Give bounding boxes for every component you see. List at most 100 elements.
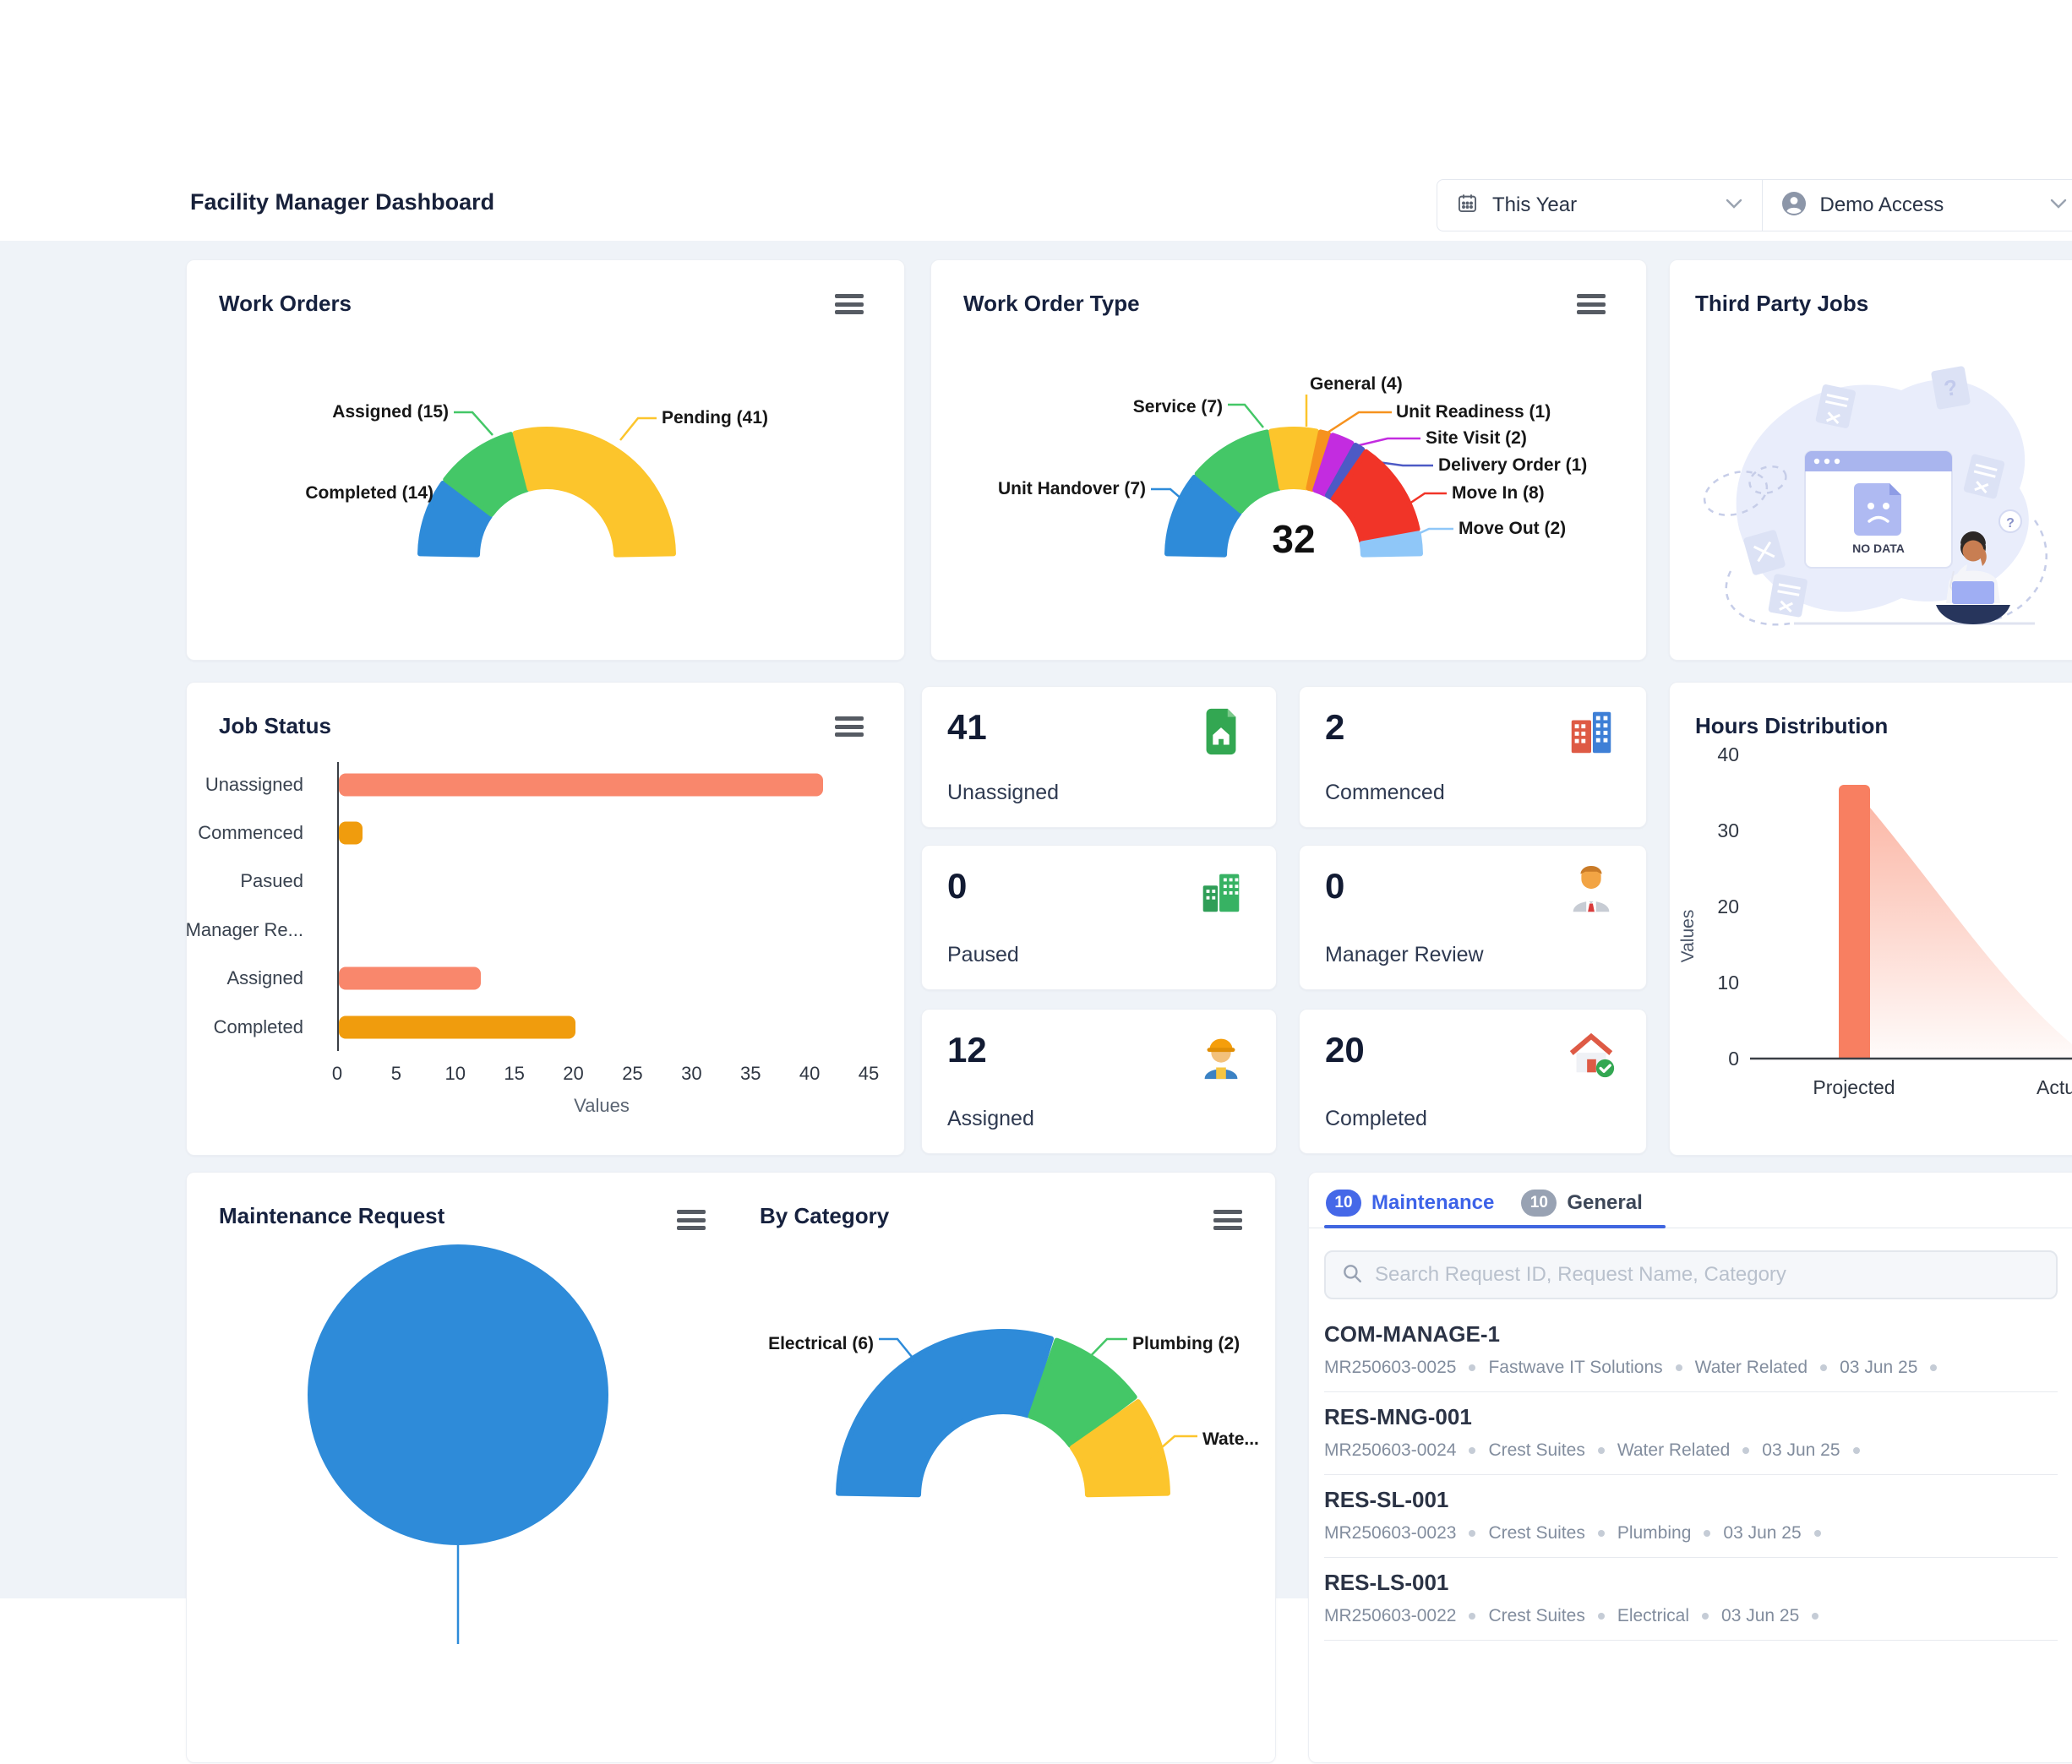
request-meta-part: Crest Suites bbox=[1488, 1523, 1584, 1544]
search-input[interactable] bbox=[1375, 1263, 2017, 1287]
worker-icon bbox=[1195, 1028, 1247, 1081]
request-title: RES-LS-001 bbox=[1324, 1570, 2058, 1596]
stat-label: Completed bbox=[1325, 1107, 1427, 1131]
stat-card-commenced: 2 Commenced bbox=[1299, 686, 1647, 828]
job-status-bar bbox=[339, 967, 481, 990]
chart-segment-label: Pending (41) bbox=[662, 408, 768, 428]
job-status-category-label: Unassigned bbox=[205, 774, 303, 796]
calendar-icon bbox=[1456, 192, 1479, 219]
request-list-item[interactable]: RES-MNG-001MR250603-0024Crest SuitesWate… bbox=[1324, 1392, 2058, 1475]
stat-label: Paused bbox=[947, 943, 1019, 967]
job-status-row: Completed bbox=[187, 1003, 880, 1051]
search-icon bbox=[1341, 1262, 1363, 1288]
x-axis-title: Values bbox=[574, 1095, 630, 1117]
request-meta-part: 03 Jun 25 bbox=[1840, 1358, 1917, 1378]
request-list-item[interactable]: COM-MANAGE-1MR250603-0025Fastwave IT Sol… bbox=[1324, 1309, 2058, 1392]
job-status-menu-icon[interactable] bbox=[835, 716, 864, 737]
request-list-item[interactable]: RES-LS-001MR250603-0022Crest SuitesElect… bbox=[1324, 1558, 2058, 1641]
request-meta-part: MR250603-0022 bbox=[1324, 1606, 1456, 1626]
account-selector-value: Demo Access bbox=[1820, 193, 2037, 217]
stat-label: Manager Review bbox=[1325, 943, 1484, 967]
request-meta-part: Crest Suites bbox=[1488, 1606, 1584, 1626]
job-status-row: Unassigned bbox=[187, 760, 880, 808]
meta-separator-dot bbox=[1930, 1364, 1937, 1371]
x-axis-tick-label: 0 bbox=[332, 1063, 342, 1085]
chart-segment-label: General (4) bbox=[1310, 374, 1403, 395]
header-selectors: This Year Demo Access bbox=[1437, 179, 2072, 231]
chart-segment-label: Delivery Order (1) bbox=[1438, 455, 1587, 476]
y-axis-tick-label: 10 bbox=[1717, 972, 1739, 994]
label-leader-line bbox=[1228, 405, 1263, 427]
job-status-row: Pasued bbox=[187, 858, 880, 906]
y-axis-tick-label: 20 bbox=[1717, 896, 1739, 917]
request-meta-part: Plumbing bbox=[1617, 1523, 1692, 1544]
request-list-item[interactable]: RES-SL-001MR250603-0023Crest SuitesPlumb… bbox=[1324, 1475, 2058, 1558]
meta-separator-dot bbox=[1598, 1447, 1605, 1454]
active-tab-underline bbox=[1324, 1225, 1666, 1228]
meta-separator-dot bbox=[1598, 1613, 1605, 1620]
meta-separator-dot bbox=[1598, 1530, 1605, 1537]
work-orders-card: Work Orders Completed (14)Assigned (15)P… bbox=[186, 259, 905, 661]
stat-value: 20 bbox=[1325, 1030, 1365, 1070]
request-meta-part: MR250603-0024 bbox=[1324, 1440, 1456, 1461]
work-order-type-total: 32 bbox=[1272, 516, 1315, 562]
tab-maintenance-label: Maintenance bbox=[1371, 1191, 1494, 1215]
chart-segment bbox=[838, 1331, 1051, 1494]
period-selector[interactable]: This Year bbox=[1437, 180, 1762, 231]
request-list: COM-MANAGE-1MR250603-0025Fastwave IT Sol… bbox=[1324, 1309, 2058, 1641]
maintenance-count-badge: 10 bbox=[1326, 1190, 1361, 1217]
label-leader-line bbox=[1325, 412, 1392, 434]
request-meta-part: MR250603-0023 bbox=[1324, 1523, 1456, 1544]
meta-separator-dot bbox=[1469, 1447, 1475, 1454]
meta-separator-dot bbox=[1702, 1613, 1709, 1620]
chart-segment-label: Wate... bbox=[1202, 1429, 1259, 1450]
x-axis-tick-label: 35 bbox=[740, 1063, 761, 1085]
x-axis-tick-label: 40 bbox=[799, 1063, 820, 1085]
x-axis-tick-label: 45 bbox=[859, 1063, 879, 1085]
y-axis-tick-label: 30 bbox=[1717, 819, 1739, 841]
hours-distribution-chart: Values Projected Actual010203040 bbox=[1670, 733, 2072, 1156]
stat-value: 0 bbox=[1325, 866, 1344, 906]
meta-separator-dot bbox=[1853, 1447, 1860, 1454]
x-axis-tick-label: 5 bbox=[391, 1063, 401, 1085]
x-axis-tick-label: 30 bbox=[681, 1063, 701, 1085]
job-status-row: Manager Re... bbox=[187, 906, 880, 954]
request-meta: MR250603-0022Crest SuitesElectrical03 Ju… bbox=[1324, 1606, 2058, 1626]
job-status-category-label: Assigned bbox=[226, 967, 303, 989]
chevron-down-icon bbox=[1725, 198, 1743, 214]
job-status-chart: UnassignedCommencedPasuedManager Re...As… bbox=[187, 760, 906, 1157]
work-orders-chart bbox=[187, 260, 906, 662]
chart-segment-label: Unit Handover (7) bbox=[998, 479, 1146, 499]
svg-text:Values: Values bbox=[1678, 910, 1698, 963]
stat-card-completed: 20 Completed bbox=[1299, 1009, 1647, 1154]
request-meta-part: 03 Jun 25 bbox=[1762, 1440, 1840, 1461]
request-meta-part: Water Related bbox=[1695, 1358, 1808, 1378]
meta-separator-dot bbox=[1820, 1364, 1827, 1371]
x-axis-tick-label: 15 bbox=[504, 1063, 524, 1085]
job-status-title: Job Status bbox=[219, 713, 331, 739]
meta-separator-dot bbox=[1469, 1364, 1475, 1371]
label-leader-line bbox=[620, 418, 657, 440]
house-check-icon bbox=[1565, 1028, 1617, 1081]
work-order-type-card: Work Order Type 32 Unit Handover (7)Serv… bbox=[930, 259, 1647, 661]
meta-separator-dot bbox=[1469, 1530, 1475, 1537]
request-title: COM-MANAGE-1 bbox=[1324, 1321, 2058, 1348]
svg-text:NO DATA: NO DATA bbox=[1852, 542, 1905, 555]
svg-text:?: ? bbox=[2006, 516, 2015, 531]
job-status-bar bbox=[339, 1015, 575, 1038]
requests-panel: 10 Maintenance 10 General COM-MANAGE-1MR… bbox=[1308, 1172, 2072, 1763]
stat-value: 2 bbox=[1325, 707, 1344, 748]
stat-value: 41 bbox=[947, 707, 987, 748]
job-status-card: Job Status UnassignedCommencedPasuedMana… bbox=[186, 682, 905, 1156]
account-selector[interactable]: Demo Access bbox=[1762, 180, 2072, 231]
requests-tabs: 10 Maintenance 10 General bbox=[1326, 1190, 1658, 1217]
svg-text:Actual: Actual bbox=[2037, 1076, 2072, 1098]
meta-separator-dot bbox=[1742, 1447, 1749, 1454]
request-meta: MR250603-0024Crest SuitesWater Related03… bbox=[1324, 1440, 2058, 1461]
meta-separator-dot bbox=[1469, 1613, 1475, 1620]
job-status-category-label: Manager Re... bbox=[186, 919, 303, 941]
tab-maintenance[interactable]: 10 Maintenance bbox=[1326, 1190, 1509, 1217]
stat-card-assigned: 12 Assigned bbox=[921, 1009, 1277, 1154]
chart-segment-label: Move Out (2) bbox=[1459, 519, 1566, 539]
tab-general[interactable]: 10 General bbox=[1521, 1190, 1657, 1217]
